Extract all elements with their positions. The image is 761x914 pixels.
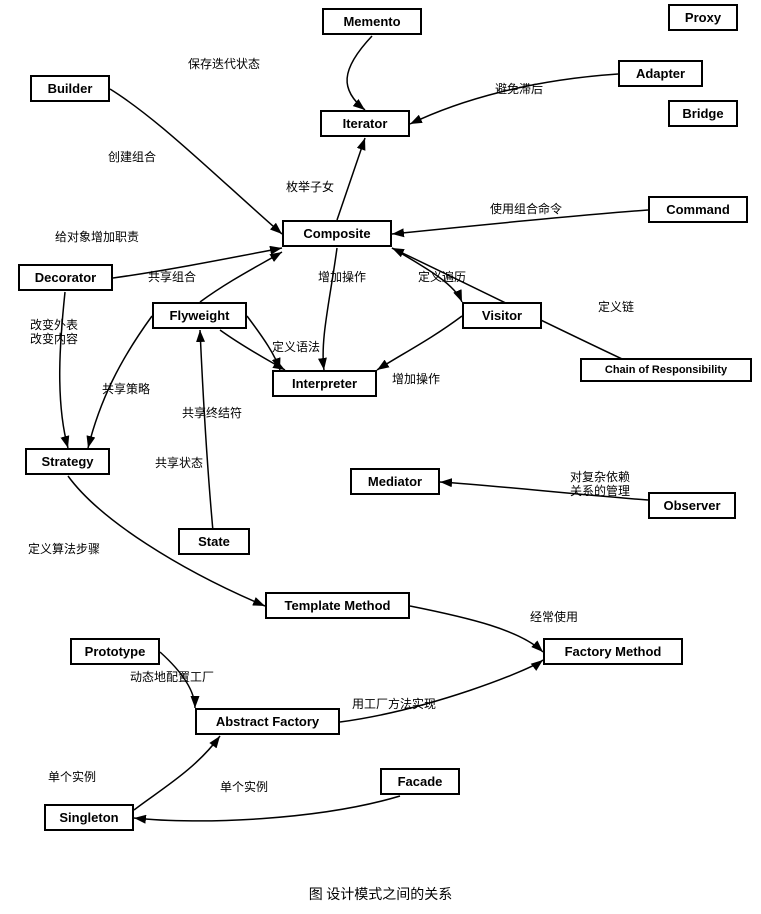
label-24: 单个实例 — [220, 778, 268, 795]
label-1: 创建组合 — [108, 148, 156, 165]
label-20: 经常使用 — [530, 608, 578, 625]
diagram-caption: 图 设计模式之间的关系 — [0, 884, 761, 904]
label-9: 定义链 — [598, 298, 634, 315]
box-template-method: Template Method — [265, 592, 410, 619]
label-2: 枚举子女 — [286, 178, 334, 195]
box-observer: Observer — [648, 492, 736, 519]
box-interpreter: Interpreter — [272, 370, 377, 397]
label-21: 动态地配置工厂 — [130, 668, 214, 685]
box-memento: Memento — [322, 8, 422, 35]
label-5: 给对象增加职责 — [55, 228, 139, 245]
box-state: State — [178, 528, 250, 555]
label-22: 用工厂方法实现 — [352, 695, 436, 712]
box-factory-method: Factory Method — [543, 638, 683, 665]
box-mediator: Mediator — [350, 468, 440, 495]
label-3: 避免滞后 — [495, 80, 543, 97]
label-23: 单个实例 — [48, 768, 96, 785]
box-flyweight: Flyweight — [152, 302, 247, 329]
label-18: 关系的管理 — [570, 482, 630, 499]
box-facade: Facade — [380, 768, 460, 795]
label-16: 共享状态 — [155, 454, 203, 471]
box-builder: Builder — [30, 75, 110, 102]
box-singleton: Singleton — [44, 804, 134, 831]
label-15: 共享终结符 — [182, 404, 242, 421]
box-iterator: Iterator — [320, 110, 410, 137]
box-proxy: Proxy — [668, 4, 738, 31]
box-strategy: Strategy — [25, 448, 110, 475]
box-adapter: Adapter — [618, 60, 703, 87]
box-prototype: Prototype — [70, 638, 160, 665]
box-command: Command — [648, 196, 748, 223]
label-4: 使用组合命令 — [490, 200, 562, 217]
label-8: 定义遍历 — [418, 268, 466, 285]
box-composite: Composite — [282, 220, 392, 247]
box-abstract-factory: Abstract Factory — [195, 708, 340, 735]
label-19: 定义算法步骤 — [28, 540, 100, 557]
label-6: 共享组合 — [148, 268, 196, 285]
box-bridge: Bridge — [668, 100, 738, 127]
box-chain: Chain of Responsibility — [580, 358, 752, 382]
label-13: 改变内容 — [30, 330, 78, 347]
label-11: 增加操作 — [392, 370, 440, 387]
label-7: 增加操作 — [318, 268, 366, 285]
label-0: 保存迭代状态 — [188, 55, 260, 72]
label-10: 定义语法 — [272, 338, 320, 355]
box-visitor: Visitor — [462, 302, 542, 329]
label-14: 共享策略 — [102, 380, 150, 397]
diagram-container: Memento Proxy Adapter Bridge Builder Ite… — [0, 0, 761, 914]
box-decorator: Decorator — [18, 264, 113, 291]
